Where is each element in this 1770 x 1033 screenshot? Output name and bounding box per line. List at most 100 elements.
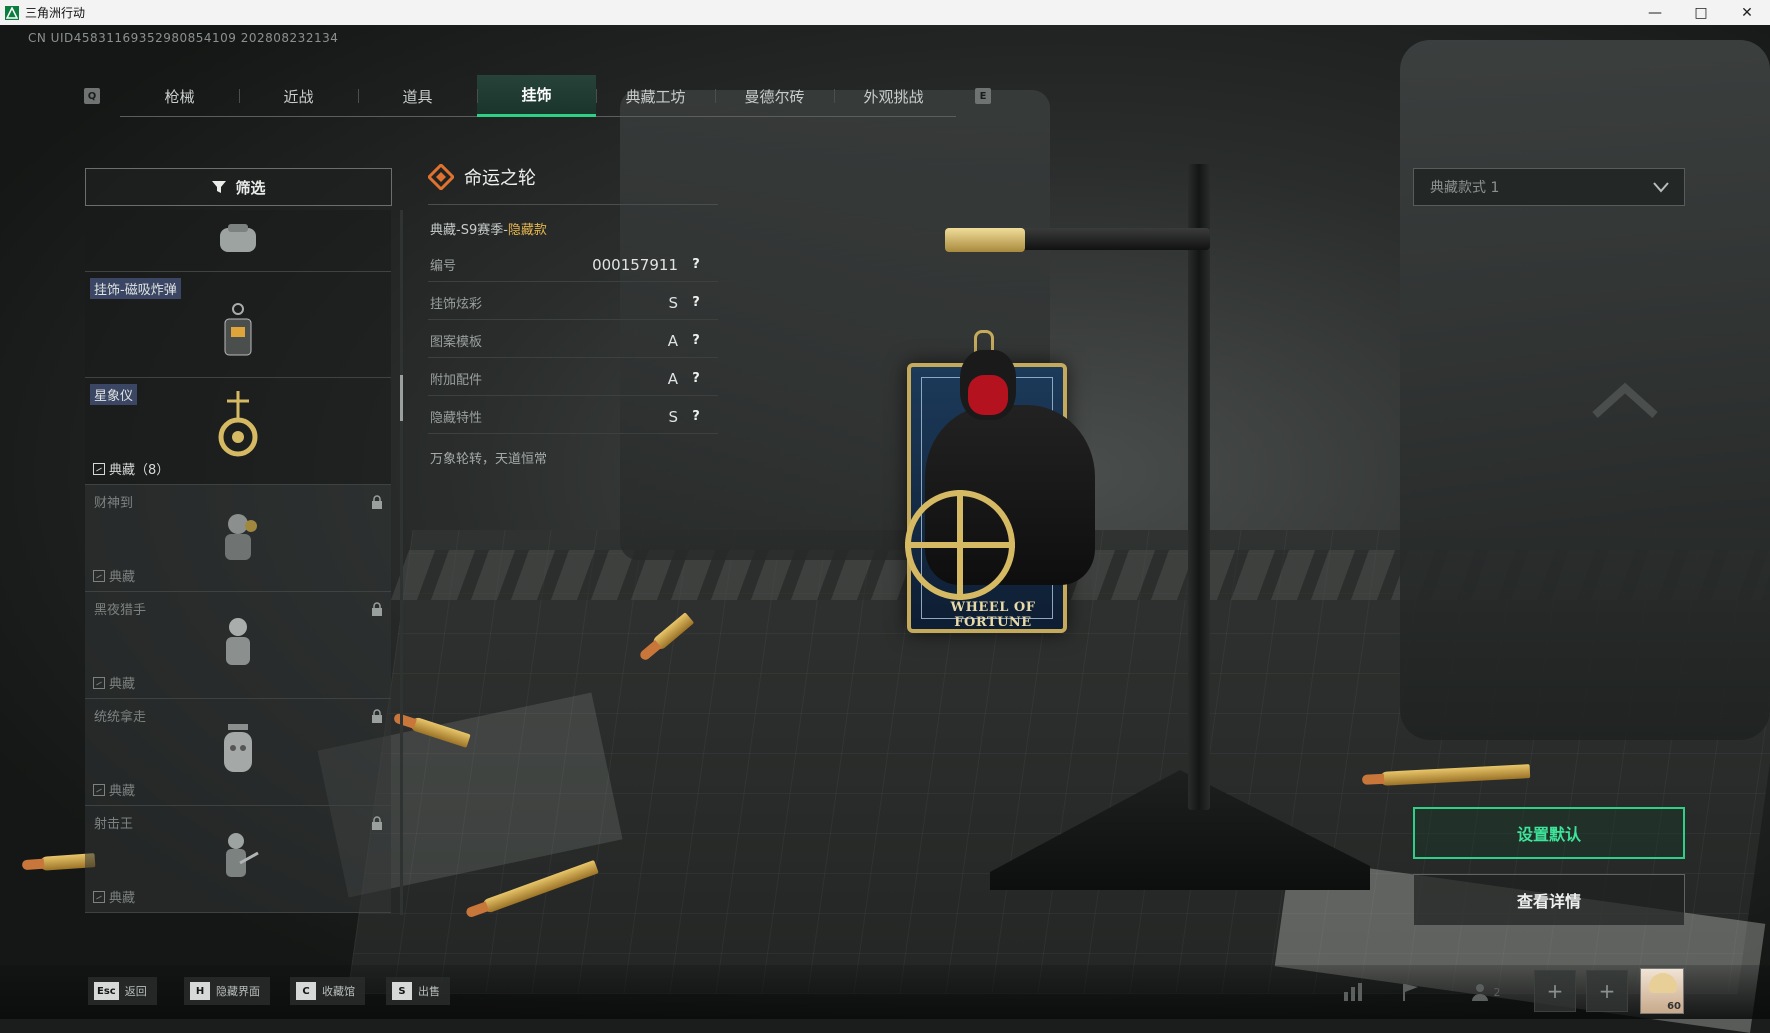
tab-mandel-bricks[interactable]: 曼德尔砖 (715, 75, 834, 117)
list-scrollbar-thumb[interactable] (400, 375, 403, 421)
empty-slot[interactable]: + (1586, 970, 1628, 1012)
help-icon[interactable]: ? (688, 295, 704, 311)
detail-motto: 万象轮转，天道恒常 (430, 452, 548, 467)
detail-row-label: 图案模板 (430, 335, 483, 350)
tab-appearance-challenge[interactable]: 外观挑战 (834, 75, 953, 117)
empty-slot[interactable]: + (1534, 970, 1576, 1012)
item-name: 财神到 (94, 496, 134, 511)
detail-row-value: S (668, 293, 678, 312)
detail-row-pattern: 图案模板 A ? (428, 324, 718, 358)
minimize-button[interactable]: — (1632, 0, 1678, 25)
item-tier: 典藏 (93, 887, 135, 906)
lock-icon (372, 816, 382, 830)
crate-right (1400, 40, 1770, 740)
style-select-value: 典藏款式 1 (1430, 180, 1500, 196)
chevron-down-icon (1653, 182, 1669, 193)
app-icon (5, 5, 19, 20)
charm-list[interactable]: 挂饰-磁吸炸弹 星象仪 典藏（8） 财神到 典藏 黑夜猎手 典藏 统统拿走 典藏 (85, 210, 391, 915)
hotkey-label: 返回 (124, 985, 147, 998)
detail-row-label: 编号 (430, 259, 457, 274)
item-tier: 典藏 (93, 566, 135, 585)
item-tier-label: 典藏 (109, 570, 136, 585)
list-scrollbar[interactable] (400, 210, 403, 915)
item-tier-label: 典藏（8） (109, 463, 170, 478)
list-item[interactable]: 财神到 典藏 (85, 485, 391, 592)
detail-row-attachment: 附加配件 A ? (428, 362, 718, 396)
detail-row-value: A (667, 331, 678, 350)
tab-melee[interactable]: 近战 (239, 75, 358, 117)
chevron-decor-icon (1592, 382, 1658, 418)
charm-card-label: WHEEL OF FORTUNE (950, 600, 1036, 630)
help-icon[interactable]: ? (688, 257, 704, 273)
item-tier: 典藏 (93, 673, 135, 692)
tab-prev-key[interactable]: Q (84, 88, 100, 104)
bomb-charm-icon (219, 301, 257, 365)
stand-gold-clasp (945, 228, 1025, 252)
set-default-button[interactable]: 设置默认 (1413, 807, 1685, 859)
help-icon[interactable]: ? (688, 333, 704, 349)
item-tier: 典藏（8） (93, 459, 169, 478)
stand-top (1180, 150, 1218, 164)
hotkey-collection[interactable]: C 收藏馆 (290, 977, 365, 1005)
astrolabe-charm-icon (213, 389, 263, 463)
filter-button[interactable]: 筛选 (85, 168, 392, 206)
list-item[interactable] (85, 210, 391, 272)
hotkey-sell[interactable]: S 出售 (386, 977, 450, 1005)
hotkey-key: Esc (94, 982, 119, 1000)
list-item[interactable]: 黑夜猎手 典藏 (85, 592, 391, 699)
diamond-icon (428, 164, 454, 190)
stand-arm (1000, 228, 1210, 250)
item-tier-label: 典藏 (109, 784, 136, 799)
item-tier-label: 典藏 (109, 891, 136, 906)
hotkey-label: 收藏馆 (322, 985, 355, 998)
filter-icon (212, 181, 227, 193)
detail-row-value: S (668, 407, 678, 426)
list-item[interactable]: 星象仪 典藏（8） (85, 378, 391, 485)
detail-row-label: 隐藏特性 (430, 411, 483, 426)
party-count: 2 (1493, 985, 1501, 999)
list-item[interactable]: 射击王 典藏 (85, 806, 391, 913)
close-button[interactable]: ✕ (1724, 0, 1770, 25)
hotkey-key: S (392, 982, 412, 1000)
list-item[interactable]: 统统拿走 典藏 (85, 699, 391, 806)
detail-title: 命运之轮 (428, 164, 536, 190)
view-details-button[interactable]: 查看详情 (1413, 874, 1685, 926)
detail-subtitle-prefix: 典藏-S9赛季- (430, 223, 508, 238)
maximize-button[interactable]: □ (1678, 0, 1724, 25)
item-name: 统统拿走 (94, 710, 147, 725)
detail-row-hidden-trait: 隐藏特性 S ? (428, 400, 718, 434)
help-icon[interactable]: ? (688, 409, 704, 425)
stats-icon[interactable] (1340, 980, 1366, 1004)
charm-figure-mask (968, 375, 1008, 415)
hotkey-label: 隐藏界面 (216, 985, 260, 998)
item-name: 挂饰-磁吸炸弹 (90, 278, 181, 299)
lock-icon (372, 602, 382, 616)
tab-charms[interactable]: 挂饰 (477, 75, 596, 117)
player-uid: CN UID4583116935298085410​9 20280823213​… (28, 31, 339, 45)
flag-icon[interactable] (1398, 980, 1424, 1004)
wheel-icon (905, 490, 1015, 600)
tab-next-key[interactable]: E (975, 88, 991, 104)
tab-items[interactable]: 道具 (358, 75, 477, 117)
style-select[interactable]: 典藏款式 1 (1413, 168, 1685, 206)
avatar[interactable]: 60 (1640, 968, 1684, 1014)
lock-icon (372, 495, 382, 509)
list-item[interactable]: 挂饰-磁吸炸弹 (85, 272, 391, 378)
detail-subtitle: 典藏-S9赛季-隐藏款 (430, 219, 547, 238)
hotkey-key: C (296, 982, 316, 1000)
detail-row-label: 挂饰炫彩 (430, 297, 483, 312)
window-title-bar: 三角洲行动 — □ ✕ (0, 0, 1770, 25)
tab-guns[interactable]: 枪械 (120, 75, 239, 117)
window-title: 三角洲行动 (25, 6, 86, 20)
help-icon[interactable]: ? (688, 371, 704, 387)
divider (428, 204, 718, 205)
fortune-charm-icon (213, 506, 263, 570)
hotkey-hide-ui[interactable]: H 隐藏界面 (184, 977, 270, 1005)
item-name: 射击王 (94, 817, 134, 832)
filter-label: 筛选 (235, 178, 266, 197)
hotkey-label: 出售 (418, 985, 440, 998)
tab-collection-workshop[interactable]: 典藏工坊 (596, 75, 715, 117)
detail-row-color: 挂饰炫彩 S ? (428, 286, 718, 320)
party-icon[interactable]: 2 (1462, 980, 1508, 1004)
hotkey-back[interactable]: Esc 返回 (88, 977, 157, 1005)
